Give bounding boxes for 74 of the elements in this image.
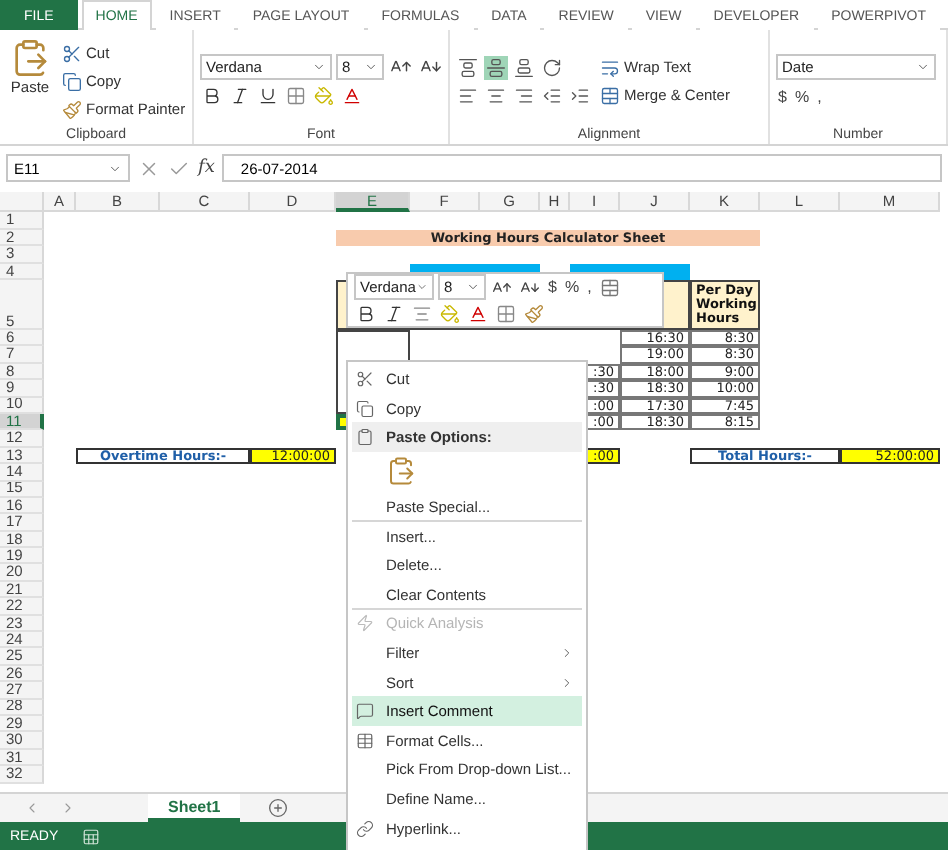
align-middle-button[interactable] — [484, 55, 508, 79]
copy-icon — [62, 71, 82, 91]
number-format-button[interactable]: % — [562, 275, 582, 299]
cut-icon — [356, 370, 374, 389]
merge-icon — [600, 85, 620, 105]
lightning-icon — [356, 614, 374, 633]
italic-button[interactable] — [228, 84, 252, 108]
underline-icon — [258, 86, 278, 106]
align-right-icon — [514, 85, 534, 105]
caret-icon — [108, 161, 122, 175]
align-center-icon — [412, 304, 432, 324]
caret-icon — [364, 60, 378, 74]
fill-color-button[interactable] — [438, 302, 462, 326]
link-icon — [356, 819, 374, 838]
paintbrush-icon — [524, 304, 544, 324]
align-top-button[interactable] — [456, 55, 480, 79]
align-left-icon — [458, 85, 478, 105]
shrink-font-icon — [520, 277, 540, 297]
copy-icon — [356, 399, 374, 418]
number-format-button[interactable]: $ — [776, 84, 789, 108]
borders-icon — [286, 86, 306, 106]
plus-icon — [268, 798, 289, 818]
chevron-right-icon — [60, 800, 76, 816]
merge-icon — [599, 277, 620, 297]
italic-button[interactable] — [382, 302, 406, 326]
paintbrush-icon — [62, 99, 82, 119]
underline-button[interactable] — [256, 84, 280, 108]
grow-font-icon — [492, 277, 512, 297]
sheet-tab[interactable]: Sheet1 — [148, 794, 241, 822]
font-color-button[interactable] — [340, 84, 364, 108]
caret-icon — [466, 280, 480, 294]
sheet-icon — [82, 827, 101, 845]
paste-icon — [386, 456, 416, 487]
enter-icon — [168, 157, 190, 179]
comment-icon — [356, 702, 374, 721]
align-center-icon — [486, 85, 506, 105]
number-format-button[interactable]: , — [815, 84, 824, 108]
insert-function-label[interactable]: fx — [198, 158, 215, 178]
number-format-button[interactable]: $ — [546, 275, 559, 299]
outdent-icon — [542, 85, 562, 105]
paste-button[interactable] — [386, 456, 416, 487]
cut-icon — [62, 43, 82, 63]
orientation-button[interactable] — [540, 55, 564, 79]
clipboard-icon — [356, 428, 374, 447]
bold-button[interactable] — [200, 84, 224, 108]
align-bottom-icon — [514, 57, 534, 77]
paint-bucket-icon — [440, 304, 460, 324]
caret-icon — [415, 280, 428, 294]
font-color-button[interactable] — [466, 302, 490, 326]
rotate-icon — [542, 57, 562, 77]
borders-icon — [496, 304, 516, 324]
cancel-icon — [138, 157, 160, 179]
paste-icon — [10, 38, 50, 78]
paint-bucket-icon — [314, 86, 334, 106]
indent-icon — [570, 85, 590, 105]
align-bottom-button[interactable] — [512, 55, 536, 79]
merge-button[interactable] — [597, 275, 622, 299]
align-middle-icon — [486, 57, 506, 77]
caret-icon — [916, 60, 930, 74]
caret-icon — [312, 60, 326, 74]
italic-icon — [384, 304, 404, 324]
align-top-icon — [458, 57, 478, 77]
font-color-icon — [342, 86, 362, 106]
table-icon — [356, 731, 374, 750]
bold-icon — [202, 86, 222, 106]
italic-icon — [230, 86, 250, 106]
fill-color-button[interactable] — [312, 84, 336, 108]
number-format-button[interactable]: % — [792, 84, 812, 108]
number-format-button[interactable]: , — [585, 275, 594, 299]
wrap-text-icon — [600, 57, 620, 77]
chevron-left-icon — [24, 800, 40, 816]
bold-icon — [356, 304, 376, 324]
bold-button[interactable] — [354, 302, 378, 326]
font-color-icon — [468, 304, 488, 324]
